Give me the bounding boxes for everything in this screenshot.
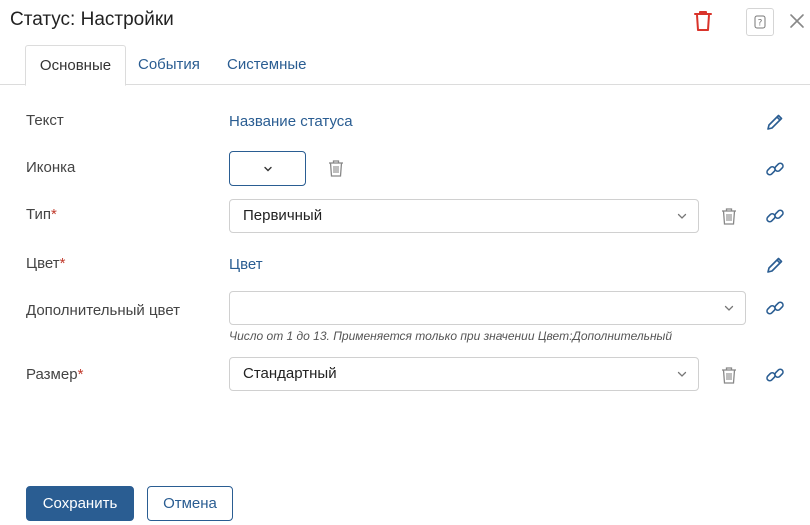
help-button[interactable]: ? [746, 8, 774, 36]
size-select[interactable]: Стандартный [229, 357, 699, 391]
trash-icon [722, 367, 736, 384]
pencil-icon [767, 114, 783, 130]
svg-text:?: ? [758, 19, 763, 29]
type-select[interactable]: Первичный [229, 199, 699, 233]
help-icon: ? [754, 15, 766, 29]
chevron-down-icon [264, 166, 272, 172]
trash-icon [722, 208, 736, 225]
close-button[interactable] [789, 13, 805, 29]
type-select-value: Первичный [243, 207, 323, 224]
trash-icon [329, 160, 343, 177]
color-value-link[interactable]: Цвет [229, 256, 263, 273]
text-value-link[interactable]: Название статуса [229, 113, 353, 130]
text-label: Текст [26, 112, 64, 129]
size-label: Размер* [26, 366, 84, 383]
chevron-down-icon [724, 305, 734, 311]
link-icon [766, 162, 784, 176]
size-select-value: Стандартный [243, 365, 337, 382]
extra-color-hint: Число от 1 до 13. Применяется только при… [229, 329, 673, 343]
extra-color-label: Дополнительный цвет [26, 302, 181, 319]
clear-icon-button[interactable] [326, 158, 346, 178]
link-icon [766, 209, 784, 223]
extra-color-select[interactable] [229, 291, 746, 325]
icon-select[interactable] [229, 151, 306, 186]
trash-icon [694, 11, 712, 31]
cancel-button[interactable]: Отмена [147, 486, 233, 521]
close-icon [790, 14, 804, 28]
clear-size-button[interactable] [719, 365, 739, 385]
icon-label: Иконка [26, 159, 76, 176]
chevron-down-icon [677, 213, 687, 219]
pencil-icon [767, 257, 783, 273]
tab-general[interactable]: Основные [25, 45, 126, 86]
dialog-title: Статус: Настройки [10, 9, 174, 30]
save-button[interactable]: Сохранить [26, 486, 134, 521]
link-extra-color-button[interactable] [765, 298, 785, 318]
link-size-button[interactable] [765, 365, 785, 385]
chevron-down-icon [677, 371, 687, 377]
tab-bar: Основные События Системные [0, 45, 810, 86]
tab-events[interactable]: События [138, 45, 200, 85]
link-icon [766, 368, 784, 382]
type-label: Тип* [26, 206, 57, 223]
link-icon [766, 301, 784, 315]
edit-color-button[interactable] [765, 255, 785, 275]
delete-status-button[interactable] [692, 9, 714, 33]
clear-type-button[interactable] [719, 206, 739, 226]
link-type-button[interactable] [765, 206, 785, 226]
tab-system[interactable]: Системные [227, 45, 306, 85]
edit-text-button[interactable] [765, 112, 785, 132]
link-icon-button[interactable] [765, 159, 785, 179]
color-label: Цвет* [26, 255, 66, 272]
